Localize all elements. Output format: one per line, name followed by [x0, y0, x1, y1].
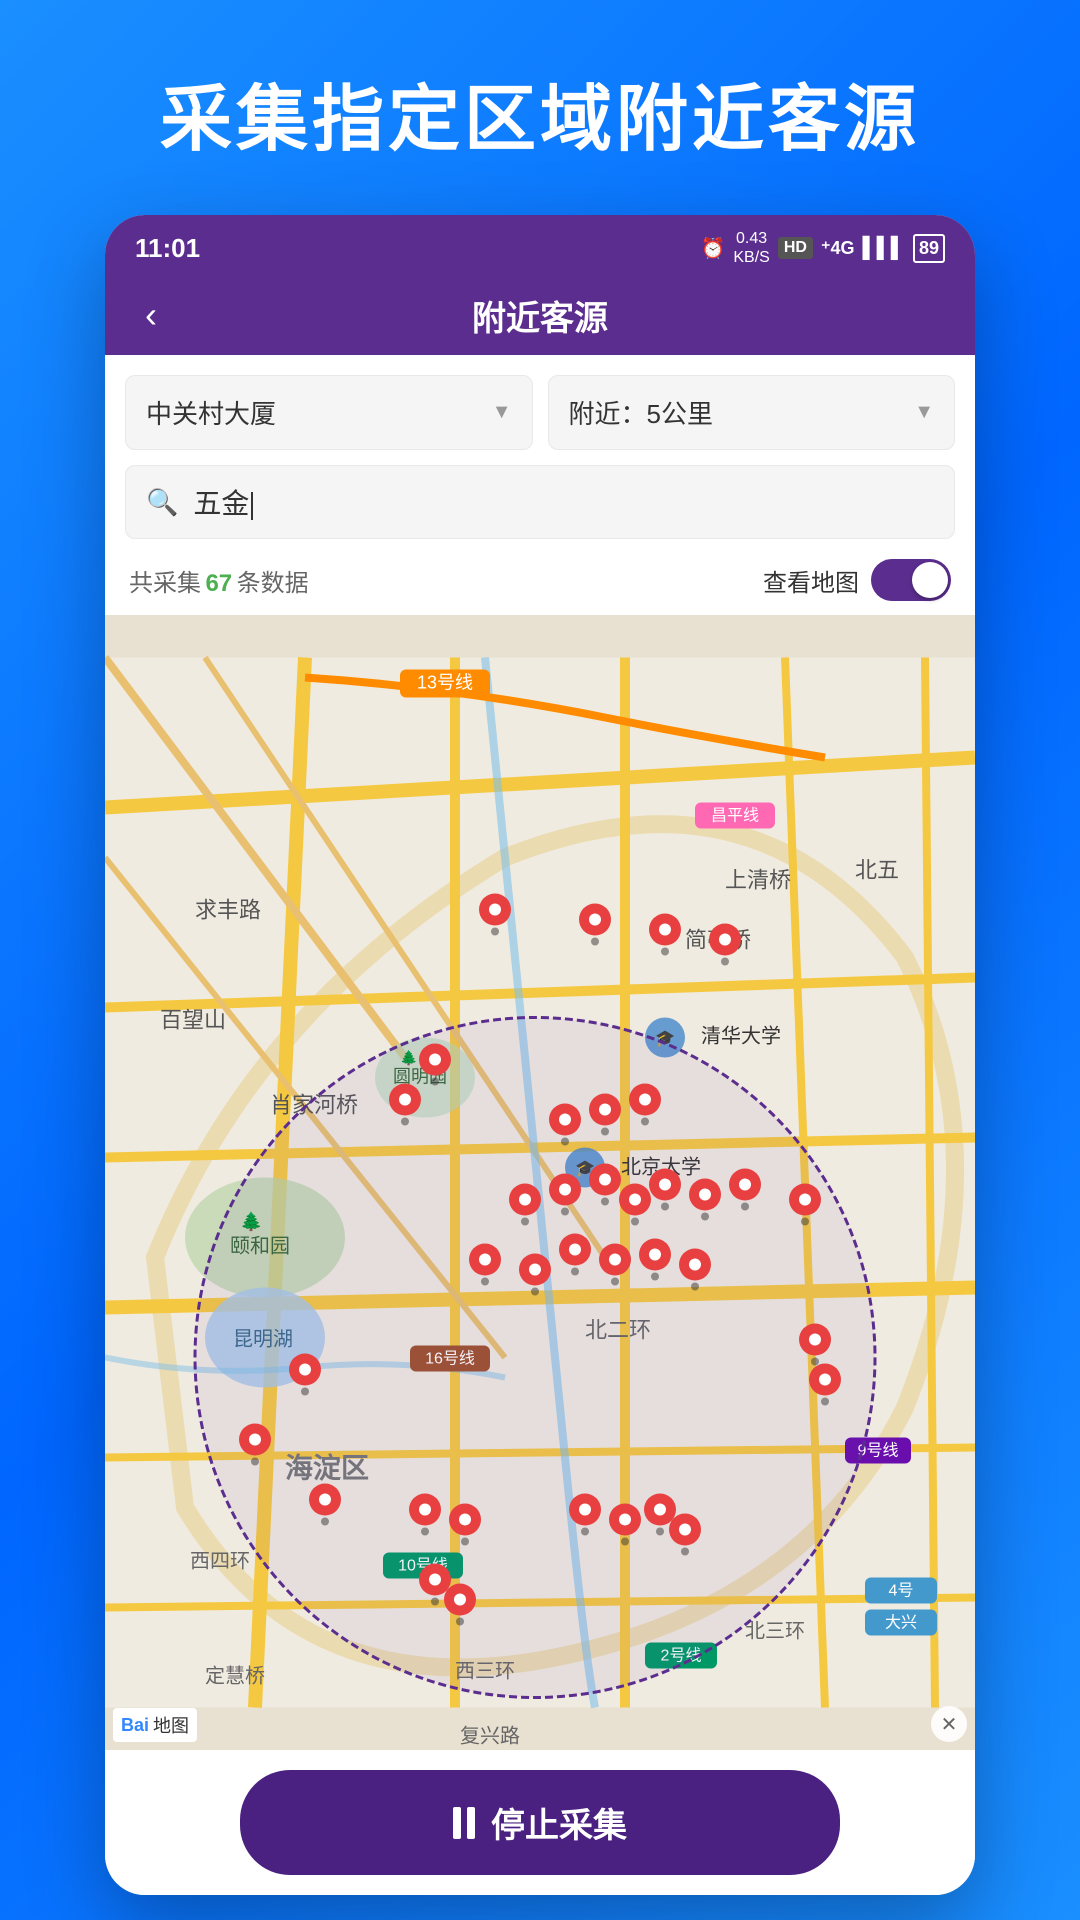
- app-header: ‹ 附近客源: [105, 275, 975, 355]
- svg-text:百望山: 百望山: [160, 1008, 226, 1033]
- svg-text:复兴路: 复兴路: [460, 1725, 520, 1748]
- svg-text:北三环: 北三环: [745, 1620, 805, 1643]
- stats-row: 共采集 67 条数据 查看地图: [125, 551, 955, 615]
- hd-badge: HD: [778, 237, 813, 259]
- svg-text:4号: 4号: [889, 1582, 914, 1600]
- baidu-logo: Bai: [121, 1715, 149, 1736]
- stats-suffix: 条数据: [237, 570, 309, 597]
- location-dropdown-arrow: ▼: [492, 401, 512, 424]
- location-dropdown-value: 中关村大厦: [146, 394, 276, 431]
- dropdowns-row: 中关村大厦 ▼ 附近：5公里 ▼: [125, 375, 955, 450]
- signal-4g-icon: ⁺4G: [821, 238, 855, 259]
- controls-area: 中关村大厦 ▼ 附近：5公里 ▼ 🔍 五金 共采集 67 条数据 查看地图: [105, 355, 975, 615]
- bottom-bar: 停止采集: [105, 1750, 975, 1895]
- svg-text:定慧桥: 定慧桥: [205, 1665, 265, 1688]
- svg-text:清华大学: 清华大学: [701, 1025, 781, 1048]
- signal-bars-icon: ▌▌▌: [862, 237, 905, 260]
- svg-text:昌平线: 昌平线: [711, 807, 759, 825]
- stop-button-label: 停止采集: [491, 1798, 627, 1847]
- map-svg: 🌲 颐和园 昆明湖 🌲 圆明园 13号线 昌平线 16号线 10: [105, 615, 975, 1750]
- svg-text:北五: 北五: [855, 858, 899, 883]
- proximity-dropdown[interactable]: 附近：5公里 ▼: [548, 375, 956, 450]
- page-background: 采集指定区域附近客源: [160, 0, 920, 215]
- proximity-dropdown-value: 附近：5公里: [569, 394, 713, 431]
- battery-icon: 89: [913, 234, 945, 263]
- status-icons: ⏰ 0.43KB/S HD ⁺4G ▌▌▌ 89: [700, 229, 945, 267]
- stop-collect-button[interactable]: 停止采集: [240, 1770, 840, 1875]
- svg-text:西四环: 西四环: [190, 1551, 250, 1573]
- map-container: 🌲 颐和园 昆明湖 🌲 圆明园 13号线 昌平线 16号线 10: [105, 615, 975, 1750]
- stats-prefix: 共采集: [129, 570, 201, 597]
- map-label: 地图: [153, 1712, 189, 1738]
- svg-text:大兴: 大兴: [885, 1614, 917, 1632]
- pause-bar-left: [453, 1807, 461, 1839]
- search-icon: 🔍: [146, 487, 178, 518]
- stats-count: 67: [205, 570, 232, 597]
- speed-indicator: 0.43KB/S: [733, 229, 769, 267]
- search-bar[interactable]: 🔍 五金: [125, 465, 955, 539]
- page-title: 采集指定区域附近客源: [160, 60, 920, 165]
- pause-bar-right: [467, 1807, 475, 1839]
- phone-frame: 11:01 ⏰ 0.43KB/S HD ⁺4G ▌▌▌ 89 ‹ 附近客源 中关…: [105, 215, 975, 1895]
- clock-icon: ⏰: [700, 236, 725, 261]
- location-dropdown[interactable]: 中关村大厦 ▼: [125, 375, 533, 450]
- svg-text:13号线: 13号线: [417, 673, 473, 693]
- pause-icon: [453, 1807, 475, 1839]
- header-title: 附近客源: [472, 291, 608, 340]
- back-button[interactable]: ‹: [135, 289, 167, 341]
- map-close-button[interactable]: ✕: [931, 1706, 967, 1742]
- map-toggle-area: 查看地图: [763, 559, 951, 601]
- status-bar: 11:01 ⏰ 0.43KB/S HD ⁺4G ▌▌▌ 89: [105, 215, 975, 275]
- toggle-knob: [912, 562, 948, 598]
- status-time: 11:01: [135, 233, 200, 264]
- map-toggle-label: 查看地图: [763, 563, 859, 598]
- map-watermark: Bai 地图: [113, 1708, 197, 1742]
- svg-text:求丰路: 求丰路: [195, 898, 261, 923]
- svg-text:上清桥: 上清桥: [725, 868, 791, 893]
- stats-label: 共采集 67 条数据: [129, 563, 309, 598]
- proximity-dropdown-arrow: ▼: [914, 401, 934, 424]
- search-input[interactable]: 五金: [193, 482, 934, 522]
- map-toggle-switch[interactable]: [871, 559, 951, 601]
